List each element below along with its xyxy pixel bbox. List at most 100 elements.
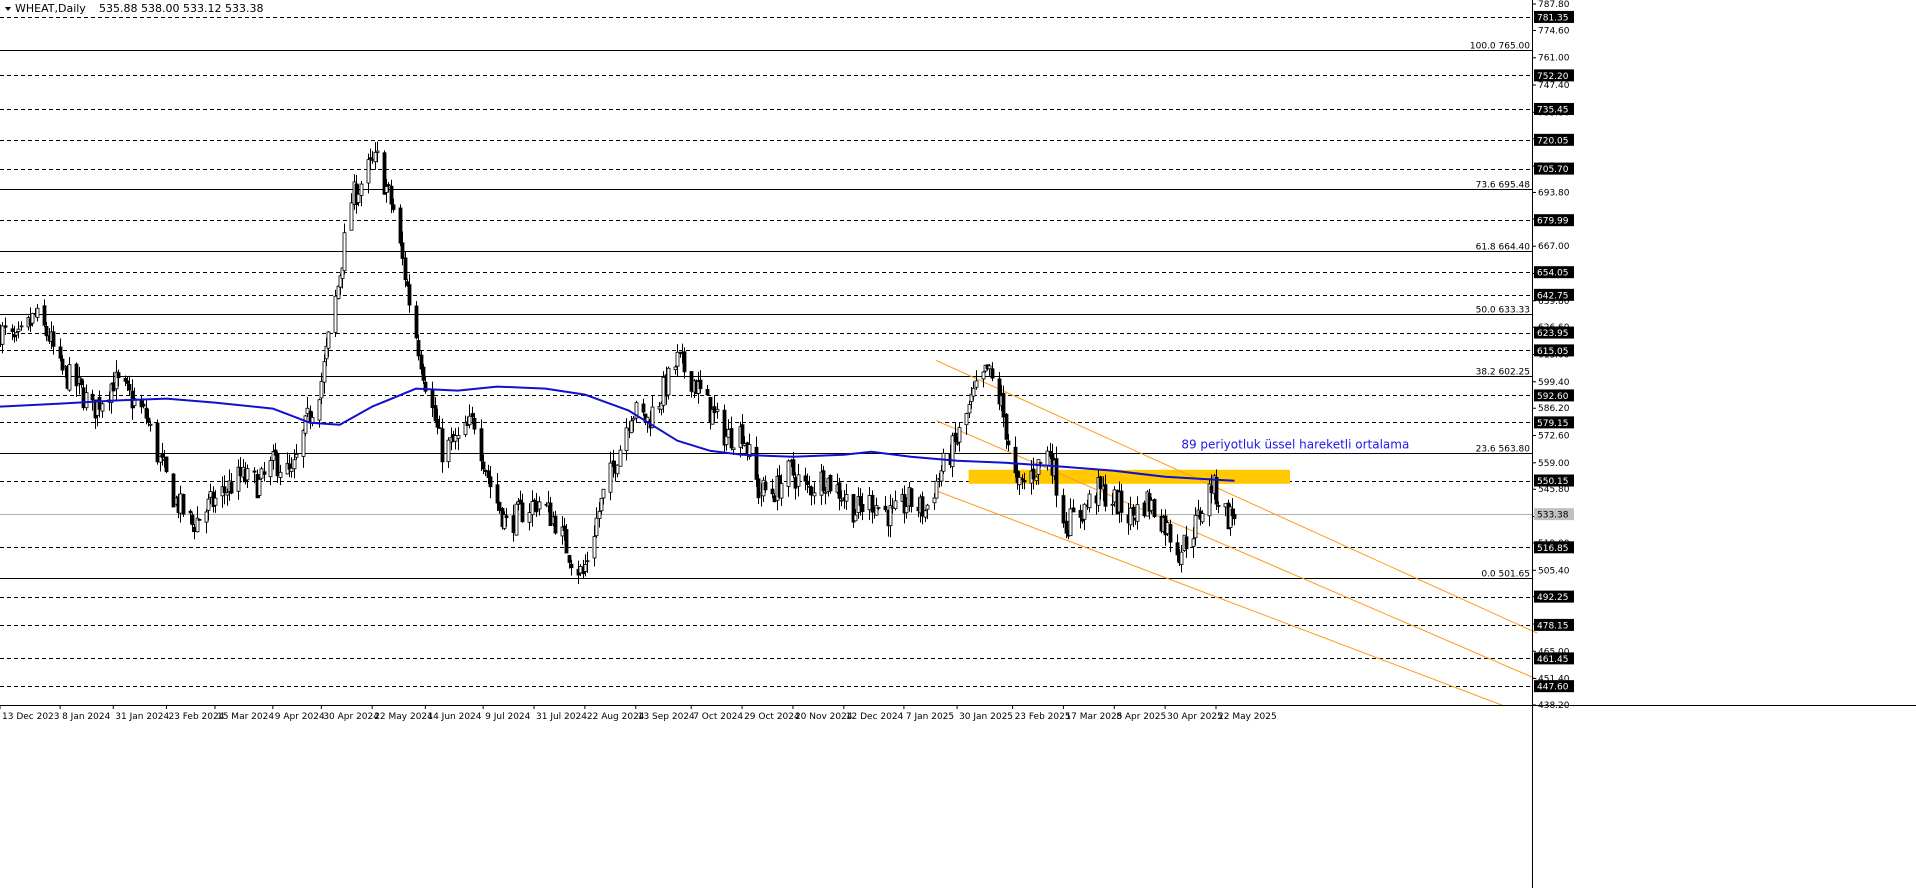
candle-body <box>19 325 24 328</box>
candle-body <box>384 186 389 193</box>
candle-body <box>754 446 759 480</box>
candle-body <box>618 449 623 467</box>
level-price-tag: 492.25 <box>1537 593 1569 603</box>
candle-body <box>229 482 234 494</box>
candle-body <box>1017 476 1022 486</box>
candle-body <box>144 407 149 419</box>
level-price-tag: 735.45 <box>1537 105 1569 115</box>
candle-body <box>527 512 532 523</box>
level-price-tag: 679.99 <box>1537 217 1569 227</box>
time-tick-label: 12 Dec 2024 <box>846 712 904 722</box>
time-tick-label: 23 Feb 2025 <box>1015 712 1071 722</box>
candle-body <box>16 328 21 332</box>
time-tick-label: 9 Jul 2024 <box>485 712 530 722</box>
candle-body <box>957 427 962 443</box>
candle-body <box>262 471 267 475</box>
candle-body <box>366 159 371 184</box>
candle-body <box>1020 478 1025 481</box>
time-tick-label: 31 Jul 2024 <box>536 712 587 722</box>
candle-body <box>689 371 694 392</box>
time-tick-label: 30 Jan 2025 <box>959 712 1013 722</box>
candle-body <box>981 371 986 380</box>
candle-body <box>567 555 572 563</box>
candle-body <box>520 502 525 523</box>
candle-body <box>481 461 486 470</box>
candle-body <box>213 497 218 506</box>
candle-body <box>178 493 183 514</box>
time-tick-label: 9 Apr 2024 <box>275 712 325 722</box>
candle-body <box>715 408 720 412</box>
price-tick-label: 505.40 <box>1538 566 1570 576</box>
level-price-tag: 623.95 <box>1537 329 1569 339</box>
candle-body <box>245 468 250 481</box>
candle-body <box>257 479 262 496</box>
price-tick-label: 586.20 <box>1538 404 1570 414</box>
candle-body <box>729 428 734 449</box>
candle-body <box>1103 484 1108 507</box>
candle-body <box>939 470 944 482</box>
candle-body <box>359 183 364 196</box>
fibonacci-level-label: 0.0 501.65 <box>1481 570 1530 580</box>
candle-body <box>303 415 308 434</box>
candle-body <box>10 328 15 332</box>
candle-body <box>3 325 8 328</box>
candle-body <box>1031 468 1036 480</box>
time-tick-label: 30 Apr 2025 <box>1167 712 1223 722</box>
candle-body <box>414 305 419 339</box>
level-price-tag: 642.75 <box>1537 291 1569 301</box>
candle-body <box>336 285 341 299</box>
time-tick-label: 22 May 2025 <box>1218 712 1277 722</box>
candle-body <box>0 325 5 345</box>
candle-body <box>456 435 461 439</box>
fibonacci-level-label: 23.6 563.80 <box>1476 445 1531 455</box>
candle-body <box>731 447 736 450</box>
candle-body <box>252 470 257 473</box>
candle-body <box>1087 493 1092 509</box>
price-tick-label: 774.60 <box>1538 26 1570 36</box>
candle-body <box>953 432 958 443</box>
candle-body <box>923 510 928 518</box>
level-price-tag: 615.05 <box>1537 347 1569 357</box>
time-tick-label: 7 Oct 2024 <box>693 712 743 722</box>
candle-body <box>1112 489 1117 503</box>
candle-body <box>1013 446 1018 474</box>
candle-body <box>698 379 703 390</box>
candle-body <box>950 435 955 467</box>
candle-body <box>278 471 283 478</box>
candle-body <box>534 500 539 513</box>
chart-area[interactable]: 100.0 765.00 73.6 695.48 61.8 664.40 50.0 6… <box>0 0 1916 888</box>
fibonacci-level-label: 73.6 695.48 <box>1476 181 1531 191</box>
candle-body <box>629 420 634 434</box>
price-tick-label: 599.40 <box>1538 378 1570 388</box>
price-chart[interactable]: 100.0 765.00 73.6 695.48 61.8 664.40 50.0 6… <box>0 0 1916 888</box>
level-price-tag: 461.45 <box>1537 655 1569 665</box>
candle-body <box>844 494 849 502</box>
candle-body <box>1004 413 1009 440</box>
candle-body <box>160 453 165 458</box>
candle-body <box>164 456 169 473</box>
candle-body <box>860 503 865 513</box>
price-tick-label: 667.00 <box>1538 242 1570 252</box>
candle-body <box>67 364 72 391</box>
candle-body <box>1142 502 1147 517</box>
candle-body <box>148 423 153 426</box>
candle-body <box>301 430 306 457</box>
time-tick-label: 30 Apr 2024 <box>323 712 379 722</box>
candle-body <box>292 459 297 470</box>
candle-body <box>770 488 775 495</box>
candle-body <box>1193 514 1198 539</box>
candle-body <box>192 526 197 533</box>
candle-body <box>601 488 606 499</box>
candle-body <box>435 419 440 428</box>
candle-body <box>317 399 322 421</box>
candle-body <box>990 368 995 379</box>
candle-body <box>181 493 186 515</box>
candle-body <box>791 459 796 476</box>
candle-body <box>206 498 211 511</box>
candle-body <box>42 305 47 326</box>
candle-body <box>79 378 84 386</box>
time-tick-label: 8 Apr 2025 <box>1116 712 1166 722</box>
candle-body <box>779 483 784 499</box>
candle-body <box>876 506 881 509</box>
candle-body <box>1001 392 1006 418</box>
